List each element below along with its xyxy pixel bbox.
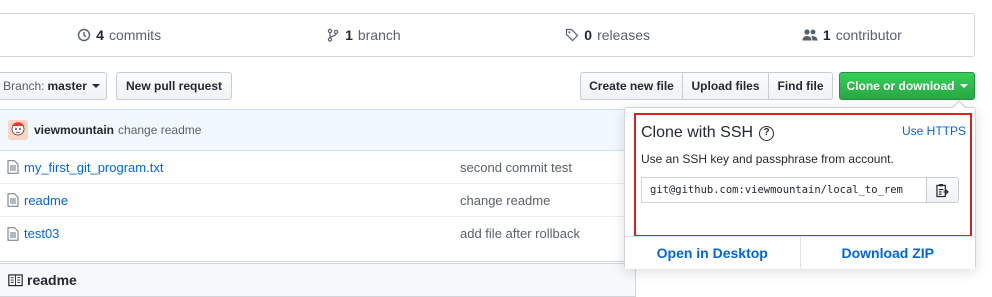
- readme-header: readme: [0, 263, 636, 297]
- chevron-down-icon: [959, 84, 968, 88]
- file-icon: [7, 160, 19, 174]
- commits-count: 4: [96, 27, 104, 43]
- commits-label: commits: [108, 27, 162, 43]
- highlight-box: [634, 113, 972, 237]
- contributor-stat[interactable]: 1 contributor: [730, 27, 974, 43]
- create-new-file-label: Create new file: [589, 79, 674, 93]
- new-pull-request-label: New pull request: [125, 79, 223, 93]
- clone-or-download-button[interactable]: Clone or download: [839, 72, 975, 100]
- repo-stats-bar: 4 commits 1 branch 0 releases 1 contribu…: [0, 13, 975, 57]
- file-commit-message[interactable]: add file after rollback: [460, 226, 580, 241]
- find-file-button[interactable]: Find file: [768, 72, 833, 100]
- file-row: test03 add file after rollback: [0, 217, 636, 250]
- readme-title: readme: [27, 272, 77, 288]
- branch-stat[interactable]: 1 branch: [241, 27, 485, 43]
- commit-author[interactable]: viewmountain: [34, 123, 114, 137]
- download-zip-button[interactable]: Download ZIP: [799, 237, 976, 269]
- avatar-image: [8, 120, 28, 140]
- releases-stat[interactable]: 0 releases: [486, 27, 730, 43]
- avatar[interactable]: [8, 120, 28, 140]
- book-icon: [8, 273, 23, 286]
- contributor-count: 1: [822, 27, 831, 43]
- file-row: readme change readme: [0, 184, 636, 217]
- open-in-desktop-button[interactable]: Open in Desktop: [625, 237, 800, 269]
- file-icon: [7, 226, 19, 241]
- tag-icon: [566, 28, 579, 42]
- popup-arrow-inner: [953, 102, 965, 108]
- contributor-label: contributor: [835, 27, 902, 43]
- branch-select-label: Branch:: [3, 79, 45, 93]
- chevron-down-icon: [91, 84, 100, 88]
- releases-count: 0: [584, 27, 593, 43]
- upload-files-button[interactable]: Upload files: [682, 72, 769, 100]
- history-icon: [77, 28, 91, 42]
- people-icon: [802, 29, 818, 41]
- upload-files-label: Upload files: [691, 79, 760, 93]
- file-icon: [7, 193, 19, 207]
- clone-or-download-label: Clone or download: [846, 79, 955, 93]
- commits-stat[interactable]: 4 commits: [0, 27, 241, 43]
- file-commit-message[interactable]: change readme: [460, 193, 550, 208]
- create-new-file-button[interactable]: Create new file: [580, 72, 683, 100]
- branch-icon: [327, 28, 339, 42]
- file-name-link[interactable]: readme: [24, 193, 68, 208]
- branch-label: branch: [357, 27, 401, 43]
- file-commit-message[interactable]: second commit test: [460, 160, 572, 175]
- releases-label: releases: [597, 27, 650, 43]
- branch-select-button[interactable]: Branch: master: [0, 72, 107, 100]
- file-row: my_first_git_program.txt second commit t…: [0, 151, 636, 184]
- file-name-link[interactable]: test03: [24, 226, 59, 241]
- commit-message[interactable]: change readme: [118, 123, 201, 137]
- new-pull-request-button[interactable]: New pull request: [116, 72, 232, 100]
- branch-count: 1: [345, 27, 353, 43]
- latest-commit-row: viewmountain change readme: [0, 109, 636, 151]
- find-file-label: Find file: [777, 79, 824, 93]
- file-name-link[interactable]: my_first_git_program.txt: [24, 160, 163, 175]
- clone-popup-footer: Open in Desktop Download ZIP: [625, 236, 975, 269]
- branch-select-value: master: [47, 79, 87, 93]
